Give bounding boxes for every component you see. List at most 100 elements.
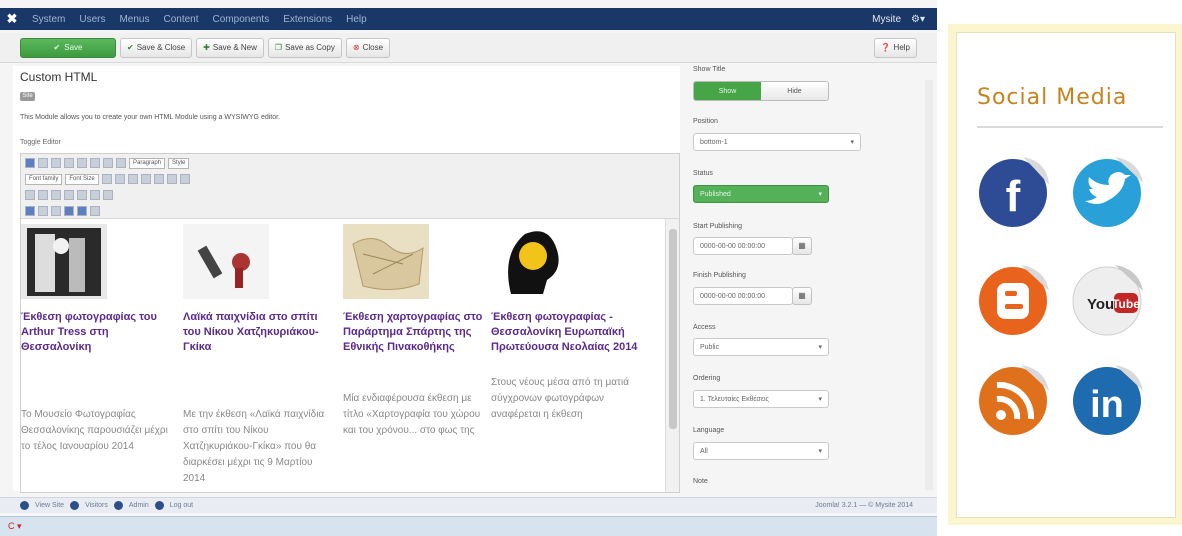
start-publishing-input[interactable]: 0000-00-00 00:00:00 [693, 237, 793, 255]
editor-paste-icon[interactable] [153, 174, 164, 184]
article-thumbnail[interactable] [21, 224, 107, 299]
editor-char-icon[interactable] [51, 206, 61, 216]
editor-undo-icon[interactable] [25, 190, 35, 200]
admin-topbar: ✖ System Users Menus Content Components … [0, 8, 937, 30]
editor-cut-icon[interactable] [127, 174, 138, 184]
editor-strike-icon[interactable] [64, 158, 74, 168]
status-select[interactable]: Published ▾ [693, 185, 829, 203]
editor-align-center-icon[interactable] [90, 158, 100, 168]
save-close-button[interactable]: ✔ Save & Close [120, 37, 193, 58]
show-title-label: Show Title [693, 66, 726, 73]
twitter-icon[interactable] [1067, 151, 1149, 233]
admin-link[interactable]: Admin [129, 502, 149, 509]
editor-bold-icon[interactable] [25, 158, 35, 168]
blogger-icon[interactable] [973, 259, 1055, 341]
font-family-select[interactable]: Font family [25, 173, 63, 185]
visitors-icon [70, 501, 80, 510]
font-size-select[interactable]: Font Size [65, 173, 99, 185]
gear-icon[interactable]: ⚙▾ [911, 14, 925, 25]
editor-align-right-icon[interactable] [103, 158, 113, 168]
editor-table-icon[interactable] [90, 190, 100, 200]
ordering-select[interactable]: 1. Τελευταίες Εκθέσεις ▾ [693, 390, 829, 408]
editor-link-icon[interactable] [51, 190, 61, 200]
save-new-button[interactable]: ✚ Save & New [196, 37, 264, 58]
calendar-icon[interactable]: ▦ [792, 237, 812, 255]
help-button[interactable]: ❓ Help [873, 37, 917, 58]
editor-copy-icon[interactable] [140, 174, 151, 184]
hide-button[interactable]: Hide [761, 82, 828, 100]
joomla-logo-icon[interactable]: ✖ [0, 11, 24, 27]
editor-unlink-icon[interactable] [64, 190, 74, 200]
browser-icon[interactable]: C [8, 521, 15, 531]
rss-icon[interactable] [973, 359, 1055, 441]
article-text: Με την έκθεση «Λαϊκά παιχνίδια στο σπίτι… [183, 409, 325, 484]
editor-highlight-icon[interactable] [114, 174, 125, 184]
menu-users[interactable]: Users [79, 14, 105, 25]
wysiwyg-editor[interactable]: Paragraph Style Font family Font Size Έκ… [20, 153, 680, 493]
paragraph-select[interactable]: Paragraph [129, 157, 166, 169]
logout-link[interactable]: Log out [170, 502, 193, 509]
visitors-link[interactable]: Visitors [85, 502, 108, 509]
editor-image-icon[interactable] [77, 190, 87, 200]
access-label: Access [693, 324, 716, 331]
editor-preview-icon[interactable] [90, 206, 100, 216]
editor-source-icon[interactable] [25, 206, 35, 216]
close-button[interactable]: ⊗ Close [345, 37, 391, 58]
chevron-down-icon: ▾ [850, 139, 854, 146]
editor-hr-icon[interactable] [38, 206, 48, 216]
editor-italic-icon[interactable] [38, 158, 48, 168]
menu-components[interactable]: Components [213, 14, 270, 25]
admin-icon [113, 501, 123, 510]
chevron-down-icon: ▾ [818, 344, 822, 351]
menu-content[interactable]: Content [163, 14, 198, 25]
save-icon: ✔ [53, 43, 61, 52]
window-scrollbar[interactable] [925, 80, 933, 490]
menu-extensions[interactable]: Extensions [283, 14, 332, 25]
editor-redo-icon[interactable] [38, 190, 48, 200]
save-copy-button[interactable]: ❐ Save as Copy [267, 37, 342, 58]
access-select[interactable]: Public ▾ [693, 338, 829, 356]
action-toolbar: ✔ Save ✔ Save & Close ✚ Save & New ❐ Save as… [0, 33, 937, 63]
finish-publishing-input[interactable]: 0000-00-00 00:00:00 [693, 287, 793, 305]
help-icon: ❓ [880, 43, 891, 52]
youtube-icon[interactable]: You Tube [1067, 259, 1149, 341]
editor-scroll-thumb[interactable] [669, 229, 677, 429]
editor-fullscreen-icon[interactable] [77, 206, 87, 216]
save-button[interactable]: ✔ Save [20, 37, 116, 58]
editor-numbered-list-icon[interactable] [179, 174, 190, 184]
article-heading-link[interactable]: Έκθεση φωτογραφίας του Arthur Tress στη … [21, 310, 171, 355]
browser-taskbar: C ▾ [0, 516, 937, 536]
position-select[interactable]: bottom-1 ▾ [693, 133, 861, 151]
copy-icon: ❐ [274, 43, 283, 52]
menu-help[interactable]: Help [346, 14, 367, 25]
menu-system[interactable]: System [32, 14, 65, 25]
editor-toolbar-row-4 [25, 204, 100, 218]
editor-list-icon[interactable] [166, 174, 177, 184]
menu-menus[interactable]: Menus [119, 14, 149, 25]
editor-justify-icon[interactable] [116, 158, 126, 168]
language-select[interactable]: All ▾ [693, 442, 829, 460]
editor-layer-icon[interactable] [64, 206, 74, 216]
show-button[interactable]: Show [694, 82, 761, 100]
chevron-down-icon: ▾ [818, 396, 822, 403]
article-heading-link[interactable]: Έκθεση χαρτογραφίας στο Παράρτημα Σπάρτη… [343, 310, 493, 355]
article-heading-link[interactable]: Λαϊκά παιχνίδια στο σπίτι του Νίκου Χατζ… [183, 310, 333, 355]
calendar-icon[interactable]: ▦ [792, 287, 812, 305]
article-heading-link[interactable]: Έκθεση φωτογραφίας - Θεσσαλονίκη Ευρωπαϊ… [491, 310, 641, 355]
linkedin-icon[interactable]: in [1067, 359, 1149, 441]
editor-media-icon[interactable] [103, 190, 113, 200]
view-site-link[interactable]: View Site [35, 502, 64, 509]
article-thumbnail[interactable] [343, 224, 429, 299]
editor-align-left-icon[interactable] [77, 158, 87, 168]
article-thumbnail[interactable] [183, 224, 269, 299]
toggle-editor-link[interactable]: Toggle Editor [20, 139, 61, 146]
chevron-down-icon: ▾ [818, 448, 822, 455]
editor-text-color-icon[interactable] [101, 174, 112, 184]
article-thumbnail[interactable] [491, 224, 577, 299]
style-select[interactable]: Style [168, 157, 190, 169]
site-link[interactable]: Mysite [872, 14, 901, 25]
editor-underline-icon[interactable] [51, 158, 61, 168]
show-title-toggle[interactable]: Show Hide [693, 81, 829, 101]
editor-scrollbar[interactable] [665, 219, 679, 492]
facebook-icon[interactable]: f [973, 151, 1055, 233]
